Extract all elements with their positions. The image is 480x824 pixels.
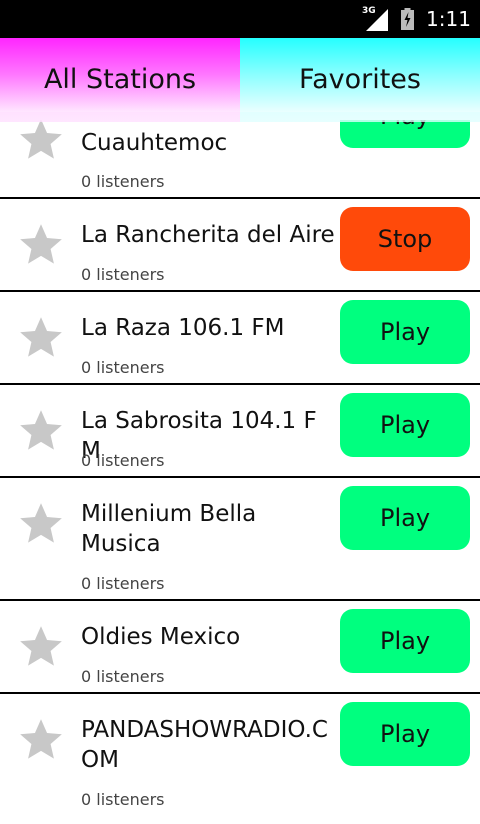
play-button[interactable]: Play <box>340 702 470 766</box>
station-name: La Raza 106.1 FM <box>81 315 285 341</box>
battery-charging-icon <box>401 8 414 30</box>
listener-count: 0 listeners <box>81 172 165 191</box>
clock: 1:11 <box>426 7 471 31</box>
play-button[interactable]: Play <box>340 609 470 673</box>
station-name: La Rancherita del Aire <box>81 222 335 248</box>
station-name: Cuauhtemoc <box>81 130 228 156</box>
tab-all-stations[interactable]: All Stations <box>0 38 240 120</box>
star-icon[interactable] <box>16 312 66 362</box>
station-name: PANDASHOWRADIO.COM <box>81 717 328 773</box>
listener-count: 0 listeners <box>81 265 165 284</box>
listener-count: 0 listeners <box>81 667 165 686</box>
tab-favorites[interactable]: Favorites <box>240 38 480 120</box>
star-icon[interactable] <box>16 405 66 455</box>
play-button[interactable]: Play <box>340 486 470 550</box>
station-name: Oldies Mexico <box>81 624 241 650</box>
list-item: Millenium Bella Musica 0 listeners Play <box>0 478 480 601</box>
listener-count: 0 listeners <box>81 358 165 377</box>
tab-bar: All Stations Favorites <box>0 38 480 120</box>
station-name: Millenium Bella Musica <box>81 501 257 557</box>
star-icon[interactable] <box>16 219 66 269</box>
play-button[interactable]: Play <box>340 300 470 364</box>
listener-count: 0 listeners <box>81 451 165 470</box>
tab-bar-shadow <box>0 112 480 122</box>
list-item: La Rancherita del Aire 0 listeners Stop <box>0 199 480 292</box>
star-icon[interactable] <box>16 621 66 671</box>
list-item: La Raza 106.1 FM 0 listeners Play <box>0 292 480 385</box>
list-item: Oldies Mexico 0 listeners Play <box>0 601 480 694</box>
list-item: PANDASHOWRADIO.COM 0 listeners Play <box>0 694 480 824</box>
signal-icon <box>366 9 388 31</box>
star-icon[interactable] <box>16 714 66 764</box>
status-bar: 3G 1:11 <box>0 0 480 38</box>
stop-button[interactable]: Stop <box>340 207 470 271</box>
star-icon[interactable] <box>16 498 66 548</box>
list-item: La Sabrosita 104.1 FM 0 listeners Play <box>0 385 480 478</box>
listener-count: 0 listeners <box>81 574 165 593</box>
play-button[interactable]: Play <box>340 393 470 457</box>
